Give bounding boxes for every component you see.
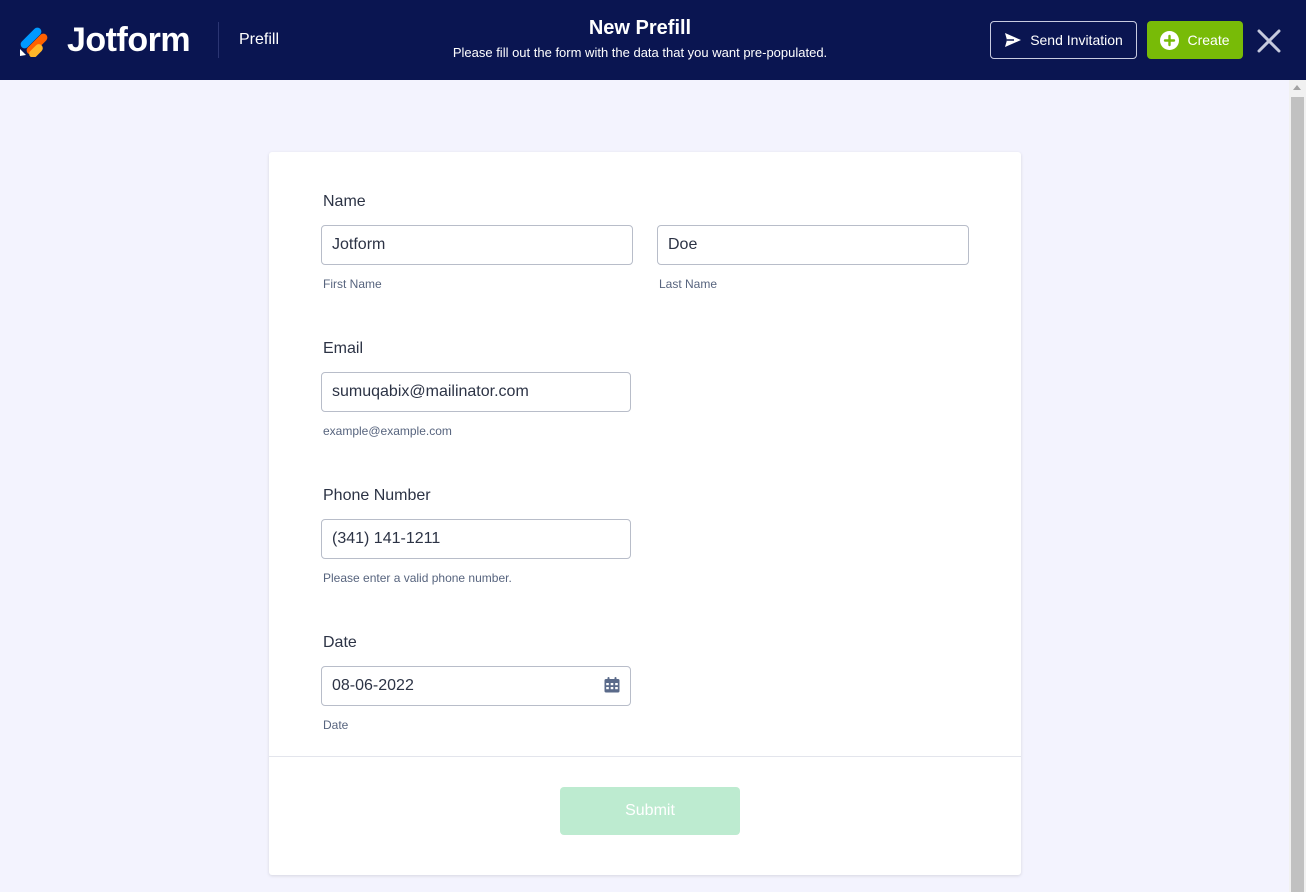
form-divider [269, 756, 1021, 757]
email-label: Email [323, 340, 364, 357]
page-subtitle: Please fill out the form with the data t… [452, 45, 828, 60]
header-title-block: New Prefill Please fill out the form wit… [340, 16, 940, 61]
brand-name: Jotform [67, 21, 191, 59]
submit-button[interactable]: Submit [560, 787, 740, 835]
phone-label: Phone Number [323, 487, 431, 504]
phone-input[interactable] [321, 519, 631, 559]
top-header: Jotform Prefill New Prefill Please fill … [0, 0, 1306, 80]
breadcrumb-prefill[interactable]: Prefill [239, 31, 279, 49]
page-title: New Prefill [588, 17, 692, 39]
plus-circle-icon [1160, 30, 1180, 50]
page-scrollbar[interactable] [1289, 80, 1306, 892]
scroll-up-arrow-icon[interactable] [1293, 85, 1301, 90]
calendar-icon[interactable] [603, 676, 621, 694]
last-name-sublabel: Last Name [659, 277, 718, 291]
phone-sublabel: Please enter a valid phone number. [323, 571, 512, 585]
send-invitation-label: Send Invitation [1030, 32, 1123, 48]
create-label: Create [1187, 32, 1230, 48]
close-icon[interactable] [1255, 27, 1283, 55]
create-button[interactable]: Create [1147, 21, 1243, 59]
name-label: Name [323, 193, 366, 210]
date-input[interactable] [321, 666, 631, 706]
scroll-thumb[interactable] [1291, 97, 1304, 892]
prefill-form-card: Name First Name Last Name Email example@… [269, 152, 1021, 875]
date-label: Date [323, 634, 357, 651]
email-input[interactable] [321, 372, 631, 412]
send-invitation-button[interactable]: Send Invitation [990, 21, 1137, 59]
first-name-sublabel: First Name [323, 277, 382, 291]
date-sublabel: Date [323, 718, 349, 732]
header-divider [218, 22, 219, 58]
jotform-logo[interactable]: Jotform [19, 21, 191, 59]
last-name-input[interactable] [657, 225, 969, 265]
first-name-input[interactable] [321, 225, 633, 265]
email-sublabel: example@example.com [323, 424, 452, 438]
send-icon [1005, 33, 1022, 47]
jotform-logo-icon [20, 27, 48, 57]
